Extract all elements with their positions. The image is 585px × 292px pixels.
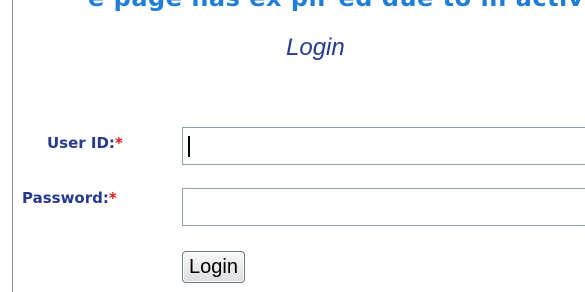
- user-id-label-text: User ID:: [47, 134, 115, 152]
- required-asterisk: *: [114, 134, 123, 152]
- required-asterisk: *: [108, 189, 117, 207]
- login-button[interactable]: Login: [182, 251, 245, 283]
- text-caret: [188, 136, 190, 157]
- vertical-divider: [12, 0, 13, 292]
- session-expired-banner: e page has ex pir ed due to in activity.…: [88, 0, 585, 12]
- password-input[interactable]: [182, 188, 585, 226]
- login-title: Login: [286, 34, 345, 61]
- password-label: Password:*: [22, 189, 117, 207]
- login-page: e page has ex pir ed due to in activity.…: [0, 0, 585, 292]
- user-id-label: User ID:*: [47, 134, 123, 152]
- password-label-text: Password:: [22, 189, 109, 207]
- user-id-input[interactable]: [182, 127, 585, 165]
